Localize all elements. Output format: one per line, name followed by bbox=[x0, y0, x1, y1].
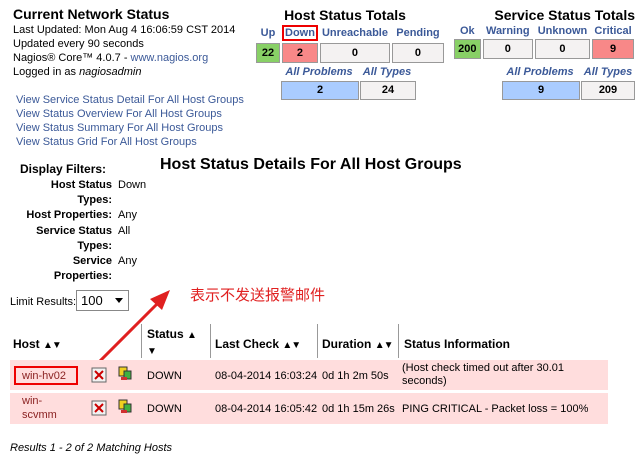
host-link[interactable]: win-scvmm bbox=[22, 394, 62, 422]
sort-arrows-icon: ▲▼ bbox=[43, 340, 62, 351]
col-header-status[interactable]: Status ▲ ▼ bbox=[147, 327, 197, 359]
duration-value: 0d 1h 2m 50s bbox=[322, 370, 389, 382]
notifications-disabled-icon[interactable] bbox=[91, 400, 107, 416]
duration-value: 0d 1h 15m 26s bbox=[322, 403, 395, 415]
col-header-duration[interactable]: Duration ▲▼ bbox=[322, 337, 394, 351]
sort-down-icon: ▼ bbox=[147, 346, 157, 357]
results-count: Results 1 - 2 of 2 Matching Hosts bbox=[10, 442, 173, 454]
host-detail-icon[interactable] bbox=[117, 365, 133, 381]
sort-up-icon: ▲ bbox=[187, 330, 197, 341]
status-information-value: (Host check timed out after 30.01 second… bbox=[402, 362, 565, 387]
status-information-value: PING CRITICAL - Packet loss = 100% bbox=[402, 403, 589, 415]
status-value: DOWN bbox=[147, 370, 182, 382]
col-header-last-check[interactable]: Last Check ▲▼ bbox=[215, 337, 301, 351]
col-header-status-information: Status Information bbox=[404, 337, 511, 351]
sort-arrows-icon: ▲▼ bbox=[282, 340, 301, 351]
notifications-disabled-icon[interactable] bbox=[91, 367, 107, 383]
last-check-value: 08-04-2014 16:03:24 bbox=[215, 370, 318, 382]
sort-arrows-icon: ▲▼ bbox=[374, 340, 394, 351]
last-check-value: 08-04-2014 16:05:42 bbox=[215, 403, 318, 415]
status-value: DOWN bbox=[147, 403, 182, 415]
host-detail-icon[interactable] bbox=[117, 398, 133, 414]
host-link[interactable]: win-hv02 bbox=[22, 370, 66, 382]
col-header-host[interactable]: Host ▲▼ bbox=[13, 337, 62, 351]
